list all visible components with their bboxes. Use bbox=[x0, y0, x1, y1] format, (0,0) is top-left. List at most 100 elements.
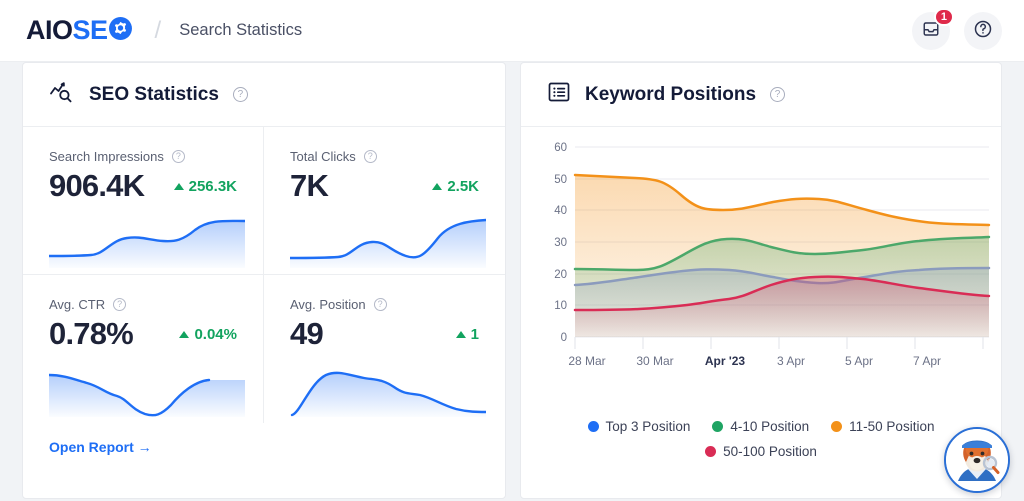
seo-statistics-header: SEO Statistics ? bbox=[23, 63, 505, 127]
metric-card-search-impressions[interactable]: Search Impressions ? 906.4K 256.3K bbox=[23, 127, 264, 275]
seo-statistics-panel: SEO Statistics ? Search Impressions ? 90… bbox=[22, 62, 506, 499]
chart-x-tick-labels: 28 Mar 30 Mar Apr '23 3 Apr 5 Apr 7 Apr bbox=[568, 354, 941, 368]
app-header: AIOSE / Search Statistics 1 bbox=[0, 0, 1024, 62]
detective-dog-avatar-icon bbox=[946, 429, 1008, 491]
legend-dot-icon bbox=[831, 421, 842, 432]
arrow-up-icon bbox=[456, 331, 466, 338]
legend-item-top-3-position[interactable]: Top 3 Position bbox=[588, 419, 691, 434]
svg-text:40: 40 bbox=[554, 205, 567, 217]
arrow-up-icon bbox=[174, 183, 184, 190]
notifications-button[interactable]: 1 bbox=[912, 12, 950, 50]
x-tick-label: 5 Apr bbox=[845, 354, 873, 368]
keyword-positions-title: Keyword Positions bbox=[585, 84, 756, 106]
keyword-positions-panel: Keyword Positions ? bbox=[520, 62, 1002, 499]
arrow-up-icon bbox=[179, 331, 189, 338]
help-icon[interactable]: ? bbox=[172, 150, 185, 163]
svg-text:0: 0 bbox=[561, 332, 567, 344]
metric-delta: 256.3K bbox=[174, 178, 237, 195]
metric-value-row: 7K 2.5K bbox=[290, 169, 479, 203]
sparkline-avg-position bbox=[290, 365, 486, 417]
help-icon[interactable]: ? bbox=[113, 298, 126, 311]
help-icon[interactable]: ? bbox=[770, 87, 785, 102]
metric-delta-value: 0.04% bbox=[194, 326, 237, 343]
dashboard-panels: SEO Statistics ? Search Impressions ? 90… bbox=[22, 62, 1002, 499]
legend-dot-icon bbox=[588, 421, 599, 432]
sparkline-avg-ctr bbox=[49, 365, 245, 417]
x-tick-label: 30 Mar bbox=[636, 354, 673, 368]
question-mark-icon bbox=[973, 19, 993, 42]
x-tick-label: 3 Apr bbox=[777, 354, 805, 368]
svg-text:20: 20 bbox=[554, 269, 567, 281]
svg-text:60: 60 bbox=[554, 142, 567, 154]
sparkline-search-impressions bbox=[49, 216, 245, 268]
help-icon[interactable]: ? bbox=[374, 298, 387, 311]
legend-label: 11-50 Position bbox=[849, 419, 934, 434]
legend-label: 50-100 Position bbox=[723, 444, 817, 459]
metric-label-wrap: Total Clicks ? bbox=[290, 149, 479, 164]
metric-delta: 1 bbox=[456, 326, 479, 343]
metric-value: 906.4K bbox=[49, 169, 144, 203]
metric-value: 49 bbox=[290, 317, 323, 351]
keyword-positions-chart[interactable]: 60 50 40 30 20 10 0 bbox=[529, 137, 995, 437]
legend-item-4-10-position[interactable]: 4-10 Position bbox=[712, 419, 809, 434]
legend-item-11-50-position[interactable]: 11-50 Position bbox=[831, 419, 934, 434]
metric-delta-value: 1 bbox=[471, 326, 479, 343]
keyword-positions-body: 60 50 40 30 20 10 0 bbox=[521, 127, 1001, 499]
arrow-up-icon bbox=[432, 183, 442, 190]
gear-icon bbox=[108, 16, 133, 46]
help-button[interactable] bbox=[964, 12, 1002, 50]
chart-legend: Top 3 Position 4-10 Position 11-50 Posit… bbox=[521, 419, 1001, 459]
metric-value-row: 49 1 bbox=[290, 317, 479, 351]
sparkline-total-clicks bbox=[290, 216, 486, 268]
legend-label: 4-10 Position bbox=[730, 419, 809, 434]
help-icon[interactable]: ? bbox=[233, 87, 248, 102]
x-tick-label: 7 Apr bbox=[913, 354, 941, 368]
metric-label-wrap: Avg. Position ? bbox=[290, 297, 479, 312]
metric-delta: 0.04% bbox=[179, 326, 237, 343]
x-tick-label: 28 Mar bbox=[568, 354, 605, 368]
help-icon[interactable]: ? bbox=[364, 150, 377, 163]
seo-statistics-title: SEO Statistics bbox=[89, 84, 219, 106]
logo-text-aio: AIO bbox=[26, 15, 73, 45]
metric-card-total-clicks[interactable]: Total Clicks ? 7K 2.5K bbox=[264, 127, 505, 275]
metric-delta: 2.5K bbox=[432, 178, 479, 195]
legend-dot-icon bbox=[712, 421, 723, 432]
chart-search-icon bbox=[49, 80, 75, 109]
svg-text:10: 10 bbox=[554, 300, 567, 312]
aioseo-logo[interactable]: AIOSE bbox=[26, 16, 133, 46]
metric-label-wrap: Avg. CTR ? bbox=[49, 297, 237, 312]
metric-label: Avg. Position bbox=[290, 297, 366, 312]
page-title: Search Statistics bbox=[179, 21, 302, 40]
x-tick-label-current: Apr '23 bbox=[705, 354, 746, 368]
metric-value-row: 0.78% 0.04% bbox=[49, 317, 237, 351]
metric-delta-value: 256.3K bbox=[189, 178, 237, 195]
svg-text:50: 50 bbox=[554, 174, 567, 186]
metric-value-row: 906.4K 256.3K bbox=[49, 169, 237, 203]
notifications-badge: 1 bbox=[934, 8, 954, 26]
metric-value: 7K bbox=[290, 169, 328, 203]
open-report-link[interactable]: Open Report → bbox=[23, 423, 178, 455]
metric-label: Total Clicks bbox=[290, 149, 356, 164]
legend-dot-icon bbox=[705, 446, 716, 457]
metric-card-avg-position[interactable]: Avg. Position ? 49 1 bbox=[264, 275, 505, 423]
legend-item-50-100-position[interactable]: 50-100 Position bbox=[705, 444, 817, 459]
metric-value: 0.78% bbox=[49, 317, 133, 351]
chart-y-ticks: 60 50 40 30 20 10 0 bbox=[554, 142, 567, 344]
chart-x-ticks bbox=[575, 337, 983, 349]
metric-card-avg-ctr[interactable]: Avg. CTR ? 0.78% 0.04% bbox=[23, 275, 264, 423]
header-separator: / bbox=[155, 19, 162, 43]
search-statistics-page: AIOSE / Search Statistics 1 bbox=[0, 0, 1024, 501]
svg-text:30: 30 bbox=[554, 237, 567, 249]
metric-label: Search Impressions bbox=[49, 149, 164, 164]
metrics-grid: Search Impressions ? 906.4K 256.3K bbox=[23, 127, 505, 423]
list-icon bbox=[547, 80, 571, 109]
metric-label: Avg. CTR bbox=[49, 297, 105, 312]
legend-label: Top 3 Position bbox=[606, 419, 691, 434]
legend-second-row: 50-100 Position bbox=[561, 444, 961, 459]
logo-text-seo: SE bbox=[73, 15, 108, 45]
metric-label-wrap: Search Impressions ? bbox=[49, 149, 237, 164]
keyword-positions-header: Keyword Positions ? bbox=[521, 63, 1001, 127]
support-mascot-button[interactable] bbox=[944, 427, 1010, 493]
header-actions: 1 bbox=[912, 12, 1002, 50]
metric-delta-value: 2.5K bbox=[447, 178, 479, 195]
